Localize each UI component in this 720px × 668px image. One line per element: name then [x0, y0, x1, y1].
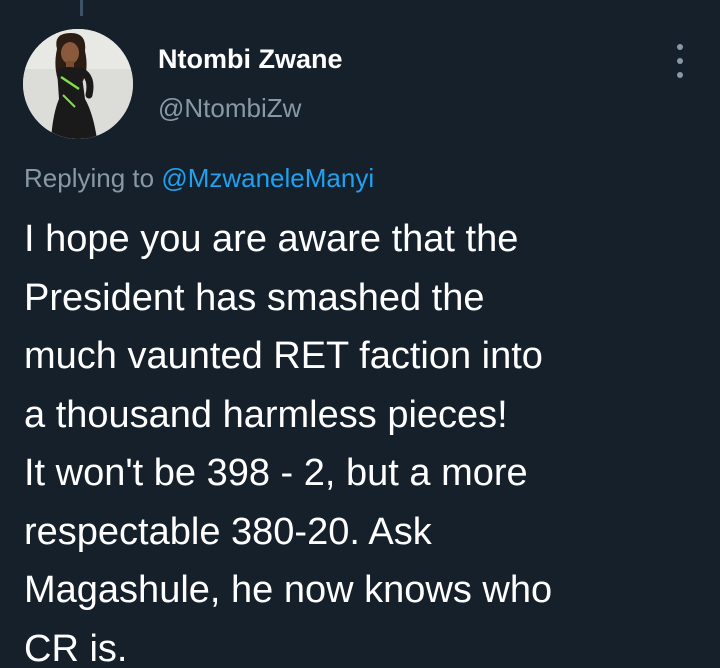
replying-to-prefix: Replying to — [24, 163, 155, 193]
tweet-text-line: Magashule, he now knows who — [24, 569, 553, 611]
replying-to: Replying to @MzwaneleManyi — [24, 163, 374, 194]
more-options-button[interactable] — [664, 44, 696, 78]
tweet-text-line: I hope you are aware that the — [24, 218, 519, 260]
tweet-text-line: respectable 380-20. Ask — [24, 510, 432, 553]
tweet-text-line: much vaunted RET faction into — [24, 335, 543, 377]
more-vertical-icon-dot — [677, 72, 683, 78]
author-handle[interactable]: @NtombiZw — [158, 93, 301, 124]
more-vertical-icon-dot — [677, 44, 683, 50]
tweet-text-line: CR is. — [24, 627, 128, 668]
profile-photo-icon — [23, 29, 133, 139]
tweet-text: I hope you are aware that the President … — [24, 210, 704, 668]
author-display-name[interactable]: Ntombi Zwane — [158, 44, 343, 75]
thread-connector-line — [80, 0, 83, 16]
replying-to-mention-link[interactable]: @MzwaneleManyi — [161, 163, 374, 193]
avatar[interactable] — [23, 29, 133, 139]
tweet-text-line: President has smashed the — [24, 276, 485, 319]
more-vertical-icon-dot — [677, 58, 683, 64]
tweet-text-line: a thousand harmless pieces! — [24, 393, 508, 436]
tweet-text-line: It won't be 398 - 2, but a more — [24, 452, 528, 494]
